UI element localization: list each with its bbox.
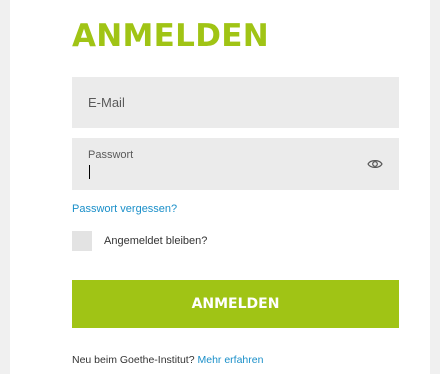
email-placeholder: E-Mail (88, 95, 125, 110)
login-panel: ANMELDEN E-Mail Passwort Passwort verges… (10, 0, 430, 374)
learn-more-link[interactable]: Mehr erfahren (197, 354, 263, 366)
eye-icon[interactable] (367, 157, 383, 171)
page-title: ANMELDEN (72, 18, 269, 54)
remember-me-checkbox[interactable] (72, 231, 92, 251)
forgot-password-link[interactable]: Passwort vergessen? (72, 203, 177, 215)
remember-me-label: Angemeldet bleiben? (104, 235, 208, 247)
signup-prompt: Neu beim Goethe-Institut? Mehr erfahren (72, 354, 263, 366)
text-caret (89, 165, 90, 179)
email-field[interactable]: E-Mail (72, 77, 399, 128)
password-label: Passwort (88, 149, 134, 161)
footer-text: Neu beim Goethe-Institut? (72, 354, 198, 366)
login-button[interactable]: ANMELDEN (72, 280, 399, 328)
password-field[interactable]: Passwort (72, 138, 399, 190)
